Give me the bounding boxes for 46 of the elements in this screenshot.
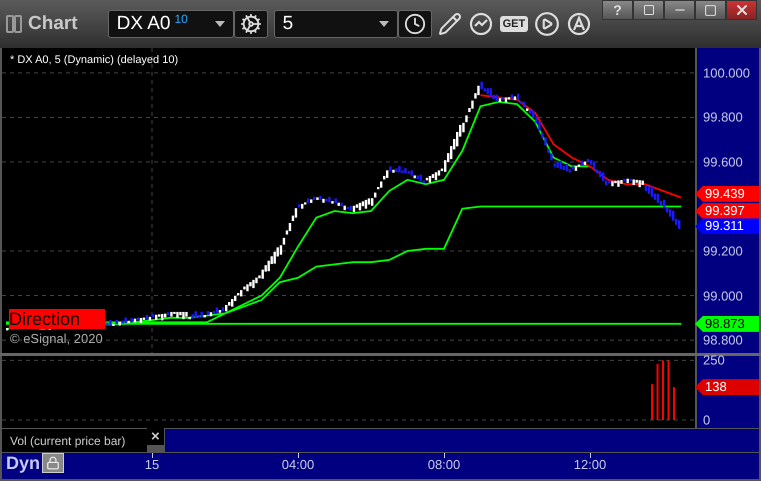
study-label: Direction <box>9 309 105 329</box>
restore-button[interactable] <box>633 0 664 20</box>
time-label: 12:00 <box>574 457 606 472</box>
window-icon <box>642 4 654 16</box>
axis-label: 98.800 <box>703 332 743 348</box>
interval-field[interactable]: 5 <box>274 10 398 38</box>
caret-icon <box>214 21 225 27</box>
price-tag: 99.397 <box>695 203 759 220</box>
window-title: Chart <box>28 13 78 35</box>
window-icon <box>6 15 22 33</box>
pencil-icon[interactable] <box>438 12 462 36</box>
close-button[interactable]: × <box>147 428 164 445</box>
close-button[interactable] <box>726 0 757 20</box>
get-button[interactable]: GET <box>500 16 528 32</box>
price-tag: 99.311 <box>695 218 759 234</box>
axis-label: 250 <box>703 352 725 368</box>
delay-label: 10 <box>174 12 188 26</box>
study-name: Vol (current price bar) <box>2 428 147 452</box>
axis-label: 99.200 <box>703 244 743 259</box>
axis-label: 99.800 <box>703 110 743 125</box>
axis-label: 99.000 <box>703 288 743 304</box>
minimize-button[interactable] <box>664 0 695 20</box>
time-label: 04:00 <box>282 457 314 472</box>
caret-icon <box>378 21 389 27</box>
maximize-icon <box>704 4 717 16</box>
time-label: 08:00 <box>428 457 460 472</box>
axis-label: 0 <box>703 412 710 428</box>
chart-line-icon[interactable] <box>468 11 494 37</box>
symbol-field[interactable]: DX A0 10 <box>108 10 234 38</box>
price-tag: 98.873 <box>695 316 759 332</box>
time-label: 15 <box>144 457 160 472</box>
axis-label: 100.000 <box>703 65 750 80</box>
play-icon[interactable] <box>534 11 560 37</box>
maximize-button[interactable] <box>695 0 726 20</box>
copyright-text: © eSignal, 2020 <box>10 331 103 346</box>
settings-button[interactable] <box>234 10 268 38</box>
price-tag: 99.439 <box>695 186 759 202</box>
mode-label: Dyn <box>5 453 40 475</box>
lock-icon <box>46 456 60 470</box>
chart-legend: * DX A0, 5 (Dynamic) (delayed 10) <box>10 54 178 66</box>
axis-label: 99.600 <box>703 154 743 170</box>
lock-button[interactable] <box>42 453 64 473</box>
volume-bars-drawing <box>651 360 675 420</box>
volume-tag: 138 <box>695 379 759 396</box>
letter-circle-icon[interactable] <box>566 11 592 37</box>
clock-button[interactable] <box>398 10 432 38</box>
